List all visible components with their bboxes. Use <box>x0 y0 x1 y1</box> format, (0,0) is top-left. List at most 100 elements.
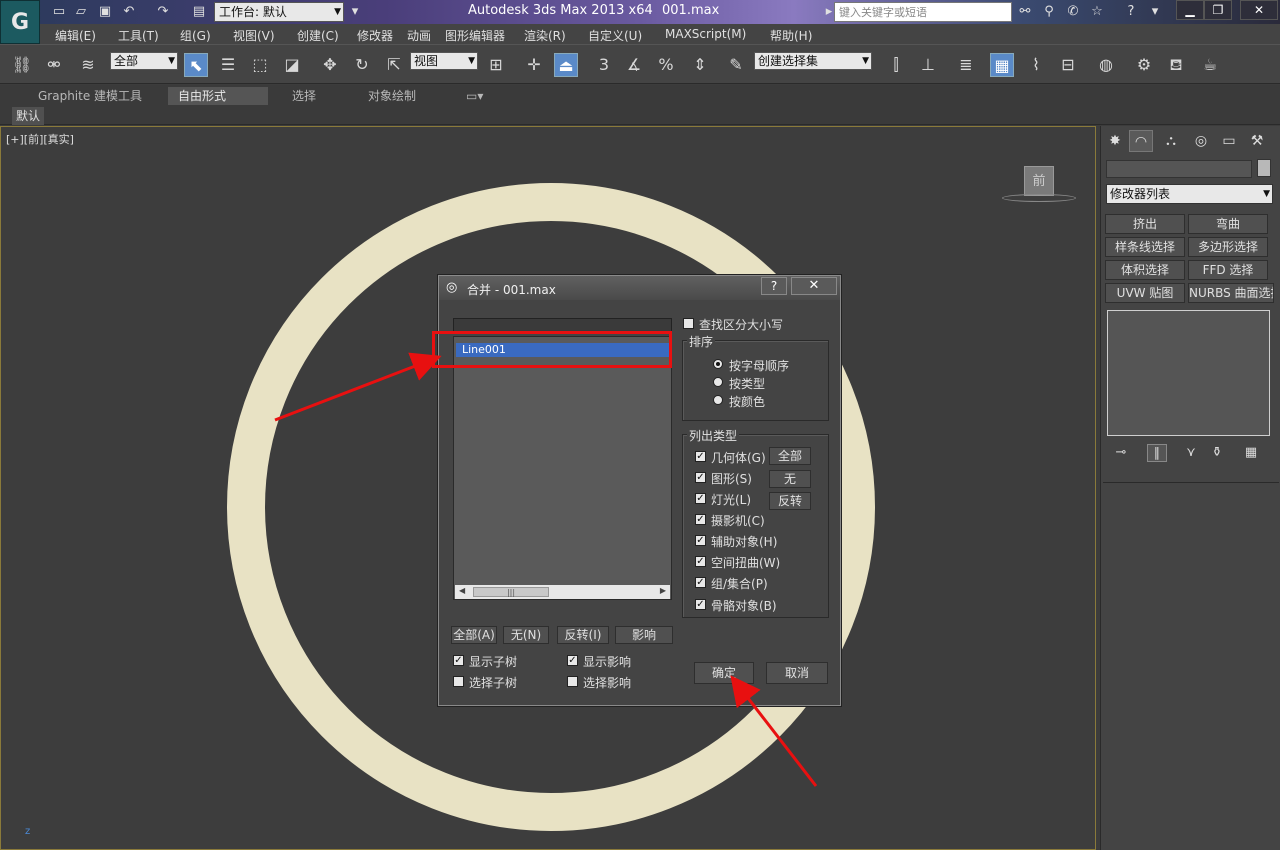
list-all-button[interactable]: 全部(A) <box>451 626 497 644</box>
object-name-field[interactable] <box>1106 160 1252 178</box>
render-setup-icon[interactable]: ⚙ <box>1132 53 1156 77</box>
menu-graph-editors[interactable]: 图形编辑器 <box>445 27 505 44</box>
window-crossing-icon[interactable]: ◪ <box>280 53 304 77</box>
graphite-toggle-icon[interactable]: ▦ <box>990 53 1014 77</box>
modifier-stack-list[interactable] <box>1107 310 1270 436</box>
keyboard-shortcut-override-icon[interactable]: ⏏ <box>554 53 578 77</box>
pin-stack-icon[interactable]: ⊸ <box>1111 444 1131 462</box>
ok-button[interactable]: 确定 <box>694 662 754 684</box>
ribbon-options-icon[interactable]: ▭▾ <box>456 87 493 105</box>
cancel-button[interactable]: 取消 <box>766 662 828 684</box>
tab-selection[interactable]: 选择 <box>282 87 326 105</box>
favorites-star-icon[interactable]: ☆ <box>1088 3 1106 21</box>
menu-tools[interactable]: 工具(T) <box>118 27 159 44</box>
menu-maxscript[interactable]: MAXScript(M) <box>665 27 746 41</box>
sort-by-type-radio[interactable] <box>713 377 723 387</box>
reference-coordinate-select[interactable]: 视图 ▼ <box>410 52 478 70</box>
groups-checkbox[interactable]: ✓ <box>695 577 706 588</box>
nurbs-surface-select-button[interactable]: NURBS 曲面选择 <box>1188 283 1274 303</box>
horizontal-scrollbar[interactable]: ◀ ||| ▶ <box>455 585 670 599</box>
case-sensitive-checkbox[interactable] <box>683 318 694 329</box>
types-all-button[interactable]: 全部 <box>769 447 811 465</box>
help-dropdown-icon[interactable]: ▾ <box>1146 3 1164 21</box>
close-window-button[interactable]: ✕ <box>1240 0 1278 20</box>
hierarchy-tab-icon[interactable]: ⛬ <box>1159 130 1183 152</box>
extrude-button[interactable]: 挤出 <box>1105 214 1185 234</box>
select-subtree-checkbox[interactable] <box>453 676 464 687</box>
scroll-thumb[interactable]: ||| <box>473 587 549 597</box>
quick-access-menu-icon[interactable]: ▾ <box>346 3 364 21</box>
undo-icon[interactable]: ↶ <box>120 3 138 21</box>
object-color-swatch[interactable] <box>1257 159 1271 177</box>
workspace-select[interactable]: 工作台: 默认 ▼ <box>214 2 344 22</box>
app-logo-icon[interactable]: G <box>0 0 40 44</box>
percent-snap-icon[interactable]: % <box>654 53 678 77</box>
save-icon[interactable]: ▣ <box>96 3 114 21</box>
cameras-checkbox[interactable]: ✓ <box>695 514 706 525</box>
menu-edit[interactable]: 编辑(E) <box>55 27 96 44</box>
geometry-checkbox[interactable]: ✓ <box>695 451 706 462</box>
tab-graphite-modeling[interactable]: Graphite 建模工具 <box>28 87 152 105</box>
menu-group[interactable]: 组(G) <box>180 27 211 44</box>
lights-checkbox[interactable]: ✓ <box>695 493 706 504</box>
align-icon[interactable]: ⊥ <box>916 53 940 77</box>
maximize-button[interactable]: ❐ <box>1204 0 1232 20</box>
menu-customize[interactable]: 自定义(U) <box>588 27 642 44</box>
binoculars-icon[interactable]: ⚯ <box>1016 3 1034 21</box>
modifier-list-select[interactable]: 修改器列表 ▼ <box>1106 184 1273 204</box>
new-file-icon[interactable]: ▭ <box>50 3 68 21</box>
rectangular-selection-icon[interactable]: ⬚ <box>248 53 272 77</box>
ribbon-default-label[interactable]: 默认 <box>12 107 45 125</box>
spline-select-button[interactable]: 样条线选择 <box>1105 237 1185 257</box>
select-object-icon[interactable]: ⬉ <box>184 53 208 77</box>
shapes-checkbox[interactable]: ✓ <box>695 472 706 483</box>
mirror-icon[interactable]: ⫿ <box>884 53 908 77</box>
uvw-map-button[interactable]: UVW 贴图 <box>1105 283 1185 303</box>
viewport-label[interactable]: [+][前][真实] <box>6 131 74 147</box>
communication-icon[interactable]: ✆ <box>1064 3 1082 21</box>
space-warps-checkbox[interactable]: ✓ <box>695 556 706 567</box>
sort-by-color-radio[interactable] <box>713 395 723 405</box>
search-input[interactable]: 键入关键字或短语 <box>834 2 1012 22</box>
subscription-icon[interactable]: ⚲ <box>1040 3 1058 21</box>
menu-modifiers[interactable]: 修改器 <box>357 27 393 44</box>
make-unique-icon[interactable]: ⋎ <box>1181 444 1201 462</box>
snaps-toggle-icon[interactable]: 3 <box>592 53 616 77</box>
menu-rendering[interactable]: 渲染(R) <box>524 27 566 44</box>
redo-icon[interactable]: ↷ <box>154 3 172 21</box>
bones-checkbox[interactable]: ✓ <box>695 599 706 610</box>
select-manipulate-icon[interactable]: ✛ <box>522 53 546 77</box>
types-none-button[interactable]: 无 <box>769 470 811 488</box>
curve-editor-icon[interactable]: ⌇ <box>1024 53 1048 77</box>
render-teapot-icon[interactable]: ☕ <box>1198 53 1222 77</box>
menu-views[interactable]: 视图(V) <box>233 27 275 44</box>
types-invert-button[interactable]: 反转 <box>769 492 811 510</box>
menu-help[interactable]: 帮助(H) <box>770 27 812 44</box>
object-list[interactable]: Line001 ◀ ||| ▶ <box>453 336 672 600</box>
selection-filter-select[interactable]: 全部 ▼ <box>110 52 178 70</box>
layer-manager-icon[interactable]: ≣ <box>954 53 978 77</box>
select-influence-checkbox[interactable] <box>567 676 578 687</box>
poly-select-button[interactable]: 多边形选择 <box>1188 237 1268 257</box>
display-tab-icon[interactable]: ▭ <box>1217 130 1241 152</box>
list-invert-button[interactable]: 反转(I) <box>557 626 609 644</box>
menu-create[interactable]: 创建(C) <box>297 27 339 44</box>
open-file-icon[interactable]: ▱ <box>72 3 90 21</box>
menu-animation[interactable]: 动画 <box>407 27 431 44</box>
ffd-select-button[interactable]: FFD 选择 <box>1188 260 1268 280</box>
bend-button[interactable]: 弯曲 <box>1188 214 1268 234</box>
dialog-help-button[interactable]: ? <box>761 277 787 295</box>
scroll-left-icon[interactable]: ◀ <box>459 586 465 595</box>
minimize-button[interactable]: ▁ <box>1176 0 1204 20</box>
scale-icon[interactable]: ⇱ <box>382 53 406 77</box>
tab-object-paint[interactable]: 对象绘制 <box>358 87 426 105</box>
material-editor-icon[interactable]: ◍ <box>1094 53 1118 77</box>
pivot-center-icon[interactable]: ⊞ <box>484 53 508 77</box>
scroll-right-icon[interactable]: ▶ <box>660 586 666 595</box>
object-filter-field[interactable] <box>453 318 672 332</box>
unlink-icon[interactable]: ⚮ <box>42 53 66 77</box>
edit-named-selection-icon[interactable]: ✎ <box>724 53 748 77</box>
helpers-checkbox[interactable]: ✓ <box>695 535 706 546</box>
utilities-tab-icon[interactable]: ⚒ <box>1245 130 1269 152</box>
help-icon[interactable]: ? <box>1122 3 1140 21</box>
